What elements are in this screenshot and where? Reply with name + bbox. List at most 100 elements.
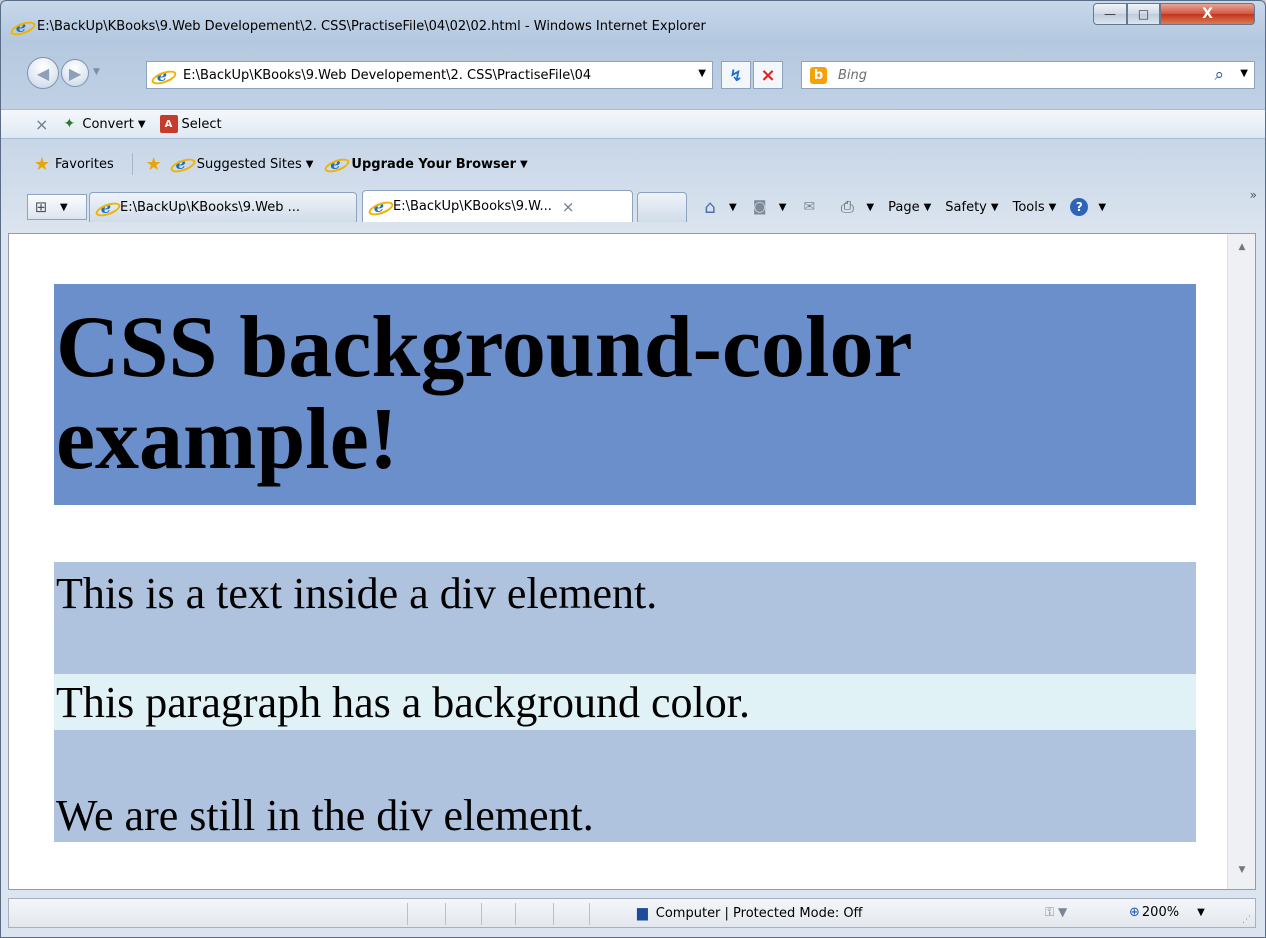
- status-divider: [589, 903, 590, 925]
- computer-icon: ▆: [637, 905, 648, 921]
- chevron-down-icon[interactable]: ▼: [779, 202, 787, 213]
- protected-mode-button[interactable]: ⚿ ▼: [1045, 905, 1067, 920]
- content-div: This is a text inside a div element. Thi…: [54, 562, 1196, 842]
- magnifier-icon[interactable]: ⌕: [1214, 65, 1224, 85]
- ie-logo-icon: e: [13, 19, 29, 35]
- forward-button[interactable]: ▶: [61, 59, 89, 87]
- close-toolbar-icon[interactable]: ×: [35, 115, 48, 134]
- chevron-down-icon: ▼: [1197, 907, 1205, 918]
- status-divider: [445, 903, 446, 925]
- printer-icon: ⎙: [841, 197, 854, 216]
- ie-logo-icon: e: [371, 198, 387, 215]
- zoom-button[interactable]: ⊕ 200% ▼: [1129, 905, 1205, 920]
- ie-window: e E:\BackUp\KBooks\9.Web Developement\2.…: [0, 0, 1266, 938]
- chevron-down-icon: ▼: [1057, 905, 1068, 919]
- close-tab-icon[interactable]: ×: [562, 198, 575, 216]
- convert-label: Convert: [82, 116, 134, 132]
- star-icon: ★: [33, 153, 51, 175]
- chevron-down-icon[interactable]: ▼: [866, 202, 874, 213]
- ie-logo-icon: e: [173, 156, 189, 172]
- chevron-down-icon: ▼: [137, 118, 146, 130]
- chevron-down-icon[interactable]: ▼: [729, 202, 737, 213]
- suggested-sites-button[interactable]: e Suggested Sites ▼: [173, 156, 314, 172]
- home-button[interactable]: ⌂ ▼: [701, 197, 737, 218]
- page-icon: e: [154, 68, 170, 84]
- recent-pages-dropdown[interactable]: ▼: [93, 67, 100, 77]
- add-to-favorites-bar-button[interactable]: ★: [145, 153, 167, 175]
- convert-icon: ✦: [63, 116, 76, 132]
- scroll-up-arrow-icon[interactable]: ▲: [1228, 242, 1255, 262]
- print-button[interactable]: ⎙ ▼: [838, 197, 874, 216]
- page-menu[interactable]: Page ▼: [888, 200, 931, 215]
- lock-icon: ⚿: [1045, 905, 1055, 919]
- forward-arrow-icon: ▶: [68, 63, 82, 83]
- tools-menu-label: Tools: [1012, 199, 1045, 215]
- search-placeholder[interactable]: Bing: [838, 68, 867, 83]
- status-divider: [553, 903, 554, 925]
- read-mail-button[interactable]: ✉: [800, 198, 824, 216]
- tab-1-label: E:\BackUp\KBooks\9.Web ...: [120, 200, 300, 215]
- star-add-icon: ★: [145, 153, 162, 175]
- vertical-scrollbar[interactable]: ▲ ▼: [1227, 234, 1255, 889]
- select-label: Select: [181, 116, 222, 132]
- quick-tabs-icon: ⊞: [34, 198, 48, 216]
- rss-feed-icon: ◙: [752, 199, 767, 215]
- address-field[interactable]: e E:\BackUp\KBooks\9.Web Developement\2.…: [146, 61, 713, 89]
- safety-menu[interactable]: Safety ▼: [945, 200, 998, 215]
- chevron-down-icon: ▼: [1098, 201, 1107, 213]
- status-bar: ▆ Computer | Protected Mode: Off ⚿ ▼ ⊕ 2…: [8, 898, 1256, 928]
- page-viewport: CSS background-color example! This is a …: [8, 233, 1256, 890]
- address-url[interactable]: E:\BackUp\KBooks\9.Web Developement\2. C…: [183, 68, 653, 83]
- chevron-down-icon: ▼: [990, 201, 999, 213]
- chevron-down-icon: ▼: [305, 158, 314, 170]
- tab-1[interactable]: e E:\BackUp\KBooks\9.Web ...: [89, 192, 357, 222]
- bing-logo-icon: b: [810, 67, 827, 84]
- addon-toolbar: × ✦ Convert ▼ A Select: [1, 109, 1265, 139]
- tab-2-active[interactable]: e E:\BackUp\KBooks\9.W... ×: [362, 190, 633, 222]
- zone-text: Computer | Protected Mode: Off: [655, 905, 863, 921]
- stop-button[interactable]: ×: [753, 61, 783, 89]
- tab-2-label: E:\BackUp\KBooks\9.W...: [393, 199, 552, 214]
- maximize-button[interactable]: □: [1127, 3, 1160, 25]
- title-bar: e E:\BackUp\KBooks\9.Web Developement\2.…: [1, 1, 1265, 39]
- search-options-dropdown[interactable]: ▼: [1240, 68, 1248, 79]
- security-zone[interactable]: ▆ Computer | Protected Mode: Off: [637, 905, 863, 921]
- select-button[interactable]: A Select: [159, 115, 222, 133]
- navigation-bar: ◀ ▶ ▼ e E:\BackUp\KBooks\9.Web Developem…: [1, 55, 1265, 95]
- convert-button[interactable]: ✦ Convert ▼: [60, 115, 146, 133]
- tools-menu[interactable]: Tools ▼: [1013, 200, 1057, 215]
- suggested-sites-label: Suggested Sites: [196, 156, 302, 172]
- favorites-button[interactable]: ★ Favorites: [33, 153, 114, 175]
- scroll-down-arrow-icon[interactable]: ▼: [1228, 865, 1255, 885]
- status-divider: [515, 903, 516, 925]
- minimize-button[interactable]: —: [1093, 3, 1127, 25]
- colored-paragraph: This paragraph has a background color.: [54, 674, 1196, 730]
- toolbar-divider: [131, 153, 133, 175]
- help-menu[interactable]: ? ▼: [1070, 198, 1106, 216]
- search-box[interactable]: b Bing ⌕ ▼: [801, 61, 1255, 89]
- chevron-down-icon: ▼: [1048, 201, 1057, 213]
- ie-logo-icon: e: [98, 199, 114, 216]
- chevron-down-icon: ▼: [923, 201, 932, 213]
- page-menu-label: Page: [888, 199, 920, 215]
- favorites-bar: ★ Favorites ★ e Suggested Sites ▼ e Upgr…: [1, 149, 1265, 179]
- upgrade-browser-button[interactable]: e Upgrade Your Browser ▼: [327, 156, 527, 172]
- tab-list-dropdown[interactable]: ▼: [60, 202, 68, 213]
- quick-tabs-button[interactable]: ⊞ ▼: [27, 194, 87, 220]
- back-button[interactable]: ◀: [27, 57, 59, 89]
- refresh-button[interactable]: ↯: [721, 61, 751, 89]
- close-window-button[interactable]: X: [1160, 3, 1255, 25]
- feeds-button[interactable]: ◙ ▼: [751, 198, 787, 216]
- address-dropdown-icon[interactable]: ▼: [698, 68, 706, 79]
- upgrade-browser-label: Upgrade Your Browser: [351, 156, 516, 172]
- zoom-level: 200%: [1141, 905, 1180, 920]
- more-tools-chevron[interactable]: »: [1250, 188, 1257, 202]
- command-bar: ⌂ ▼ ◙ ▼ ✉ ⎙ ▼ Page ▼ Safety ▼ Tools ▼ ? …: [701, 197, 1120, 218]
- chevron-down-icon: ▼: [520, 158, 528, 170]
- new-tab-button[interactable]: [637, 192, 687, 222]
- ie-logo-icon: e: [327, 156, 343, 172]
- resize-grip-icon[interactable]: ⋰: [1242, 915, 1251, 925]
- window-title: E:\BackUp\KBooks\9.Web Developement\2. C…: [37, 19, 706, 34]
- zoom-icon: ⊕: [1129, 905, 1140, 920]
- safety-menu-label: Safety: [945, 199, 987, 215]
